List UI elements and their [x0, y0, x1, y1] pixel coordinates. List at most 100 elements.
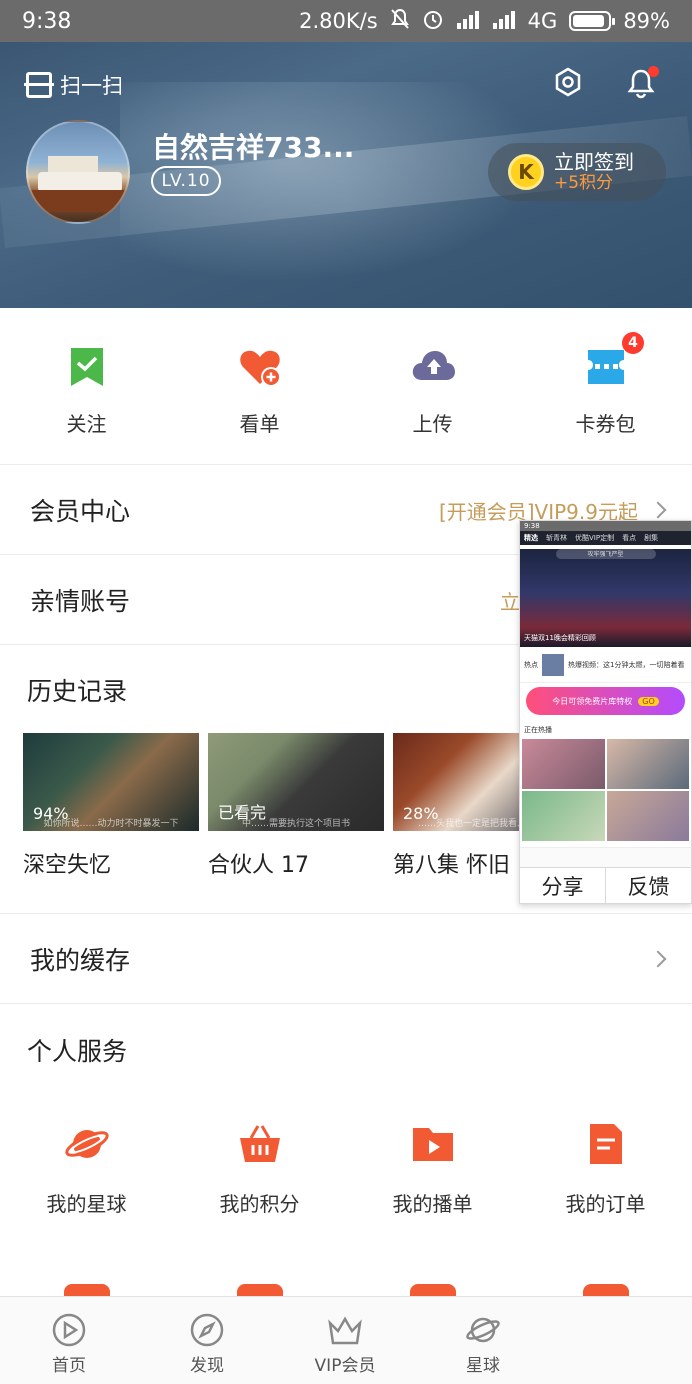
planet-icon	[64, 1130, 109, 1158]
preview-thumb	[606, 791, 689, 841]
service-label: 我的积分	[219, 1192, 300, 1216]
service-label: 我的播单	[392, 1192, 473, 1216]
alarm-icon	[422, 8, 444, 35]
mute-icon	[390, 8, 410, 35]
peek-icon	[0, 1284, 173, 1296]
settings-icon[interactable]	[553, 67, 583, 97]
history-subtitle: 如你所说……动力时不时暴发一下	[43, 819, 179, 829]
network-speed: 2.80K/s	[299, 9, 378, 33]
battery-fill	[573, 15, 604, 27]
preview-tabs: 精选 斩青林 优酷VIP定制 看点 剧集	[520, 531, 691, 545]
tab-planet-label: 星球	[466, 1356, 500, 1376]
signin-reward: +5积分	[554, 172, 614, 193]
member-center-title: 会员中心	[30, 497, 131, 526]
my-cache-title: 我的缓存	[30, 946, 131, 975]
preview-status: 9:38	[520, 521, 691, 531]
tab-discover-label: 发现	[190, 1356, 224, 1376]
heart-plus-icon	[239, 350, 281, 387]
my-cache-row[interactable]: 我的缓存	[0, 915, 692, 1003]
quick-upload-label: 上传	[412, 412, 453, 436]
divider	[0, 913, 692, 914]
tab-discover[interactable]: 发现	[138, 1297, 276, 1384]
compass-icon	[190, 1313, 224, 1347]
signal-icon	[456, 9, 480, 34]
ticket-icon	[587, 350, 624, 384]
quick-follow-label: 关注	[66, 412, 107, 436]
history-title[interactable]: 历史记录	[27, 672, 127, 708]
coupon-count-badge: 4	[622, 332, 644, 354]
screenshot-preview[interactable]: 9:38 精选 斩青林 优酷VIP定制 看点 剧集 攻牢强飞严型 天猫双11晚会…	[519, 520, 692, 904]
preview-promo-text: 今日可领免费片库特权	[552, 696, 633, 706]
battery-icon	[569, 11, 616, 31]
feedback-button[interactable]: 反馈	[605, 868, 691, 903]
preview-thumb	[522, 739, 605, 789]
scan-label: 扫一扫	[60, 74, 123, 98]
personal-services-title: 个人服务	[27, 1037, 128, 1066]
signin-button[interactable]: K 立即签到 +5积分	[488, 143, 666, 201]
signin-texts: 立即签到 +5积分	[554, 149, 634, 194]
tab-planet[interactable]: 星球	[414, 1297, 552, 1384]
service-my-planet[interactable]: 我的星球	[0, 1120, 173, 1230]
level-badge[interactable]: LV.10	[151, 166, 221, 196]
divider	[0, 1003, 692, 1004]
username[interactable]: 自然吉祥733...	[152, 126, 354, 166]
history-item[interactable]: 已看完 中……需要执行这个项目书 合伙人 17	[208, 733, 384, 893]
chevron-right-icon	[649, 501, 667, 519]
tab-home[interactable]: 首页	[0, 1297, 138, 1384]
signin-label: 立即签到	[554, 149, 634, 174]
quick-coupons[interactable]: 4 卡券包	[519, 308, 692, 464]
family-account-promo: 立	[500, 589, 520, 614]
preview-thumb	[522, 791, 605, 841]
play-folder-icon	[412, 1128, 453, 1161]
profile-header: 扫一扫 自然吉祥733... LV.10 K 立即签到 +5积分	[0, 42, 692, 308]
preview-bottom-nav	[520, 847, 691, 867]
preview-grid	[520, 739, 691, 841]
service-label: 我的星球	[46, 1192, 127, 1216]
chevron-right-icon	[649, 950, 667, 968]
preview-status-time: 9:38	[524, 522, 540, 530]
history-item[interactable]: 94% 如你所说……动力时不时暴发一下 深空失忆	[23, 733, 199, 893]
notification-dot	[648, 66, 659, 77]
preview-banner-caption: 天猫双11晚会精彩回顾	[524, 634, 596, 642]
scan-button[interactable]: 扫一扫	[24, 70, 123, 100]
preview-tab: 优酷VIP定制	[575, 534, 615, 542]
service-my-playlist[interactable]: 我的播单	[346, 1120, 519, 1230]
basket-icon	[239, 1125, 280, 1162]
family-account-title: 亲情账号	[30, 587, 131, 616]
preview-promo-go: GO	[638, 696, 659, 706]
avatar[interactable]	[26, 120, 130, 224]
quick-actions: 关注 看单 上传 4 卡券包	[0, 308, 692, 464]
preview-actions: 分享 反馈	[520, 867, 691, 903]
divider	[0, 464, 692, 465]
preview-news: 热点 热爆视频：这1分钟太燃，一切陪着看	[520, 647, 691, 683]
peek-icon	[173, 1284, 346, 1296]
history-thumbnail: 94% 如你所说……动力时不时暴发一下	[23, 733, 199, 831]
planet-icon	[466, 1317, 500, 1343]
signal-icon-2	[492, 9, 516, 34]
preview-news-text: 热爆视频：这1分钟太燃，一切陪着看	[568, 660, 685, 669]
quick-watchlist-label: 看单	[239, 412, 280, 436]
k-coin-icon: K	[508, 154, 544, 190]
battery-percent: 89%	[623, 9, 670, 33]
service-my-orders[interactable]: 我的订单	[519, 1120, 692, 1230]
preview-search: 攻牢强飞严型	[555, 549, 656, 559]
home-play-icon	[52, 1313, 86, 1347]
services-next-row-peek	[0, 1284, 692, 1296]
tab-vip[interactable]: VIP会员	[276, 1297, 414, 1384]
tab-home-label: 首页	[52, 1356, 86, 1376]
avatar-boat-hull	[28, 190, 128, 212]
service-my-points[interactable]: 我的积分	[173, 1120, 346, 1230]
history-thumbnail: 已看完 中……需要执行这个项目书	[208, 733, 384, 831]
preview-promo: 今日可领免费片库特权 GO	[526, 687, 685, 715]
share-button[interactable]: 分享	[520, 868, 605, 903]
quick-watchlist[interactable]: 看单	[173, 308, 346, 464]
preview-tab: 剧集	[644, 534, 659, 542]
quick-follow[interactable]: 关注	[0, 308, 173, 464]
network-type: 4G	[527, 9, 558, 33]
status-time: 9:38	[22, 8, 72, 34]
cloud-upload-icon	[412, 351, 455, 380]
peek-icon	[346, 1284, 519, 1296]
service-label: 我的订单	[565, 1192, 646, 1216]
quick-upload[interactable]: 上传	[346, 308, 519, 464]
status-right: 2.80K/s 4G 89%	[299, 8, 670, 35]
